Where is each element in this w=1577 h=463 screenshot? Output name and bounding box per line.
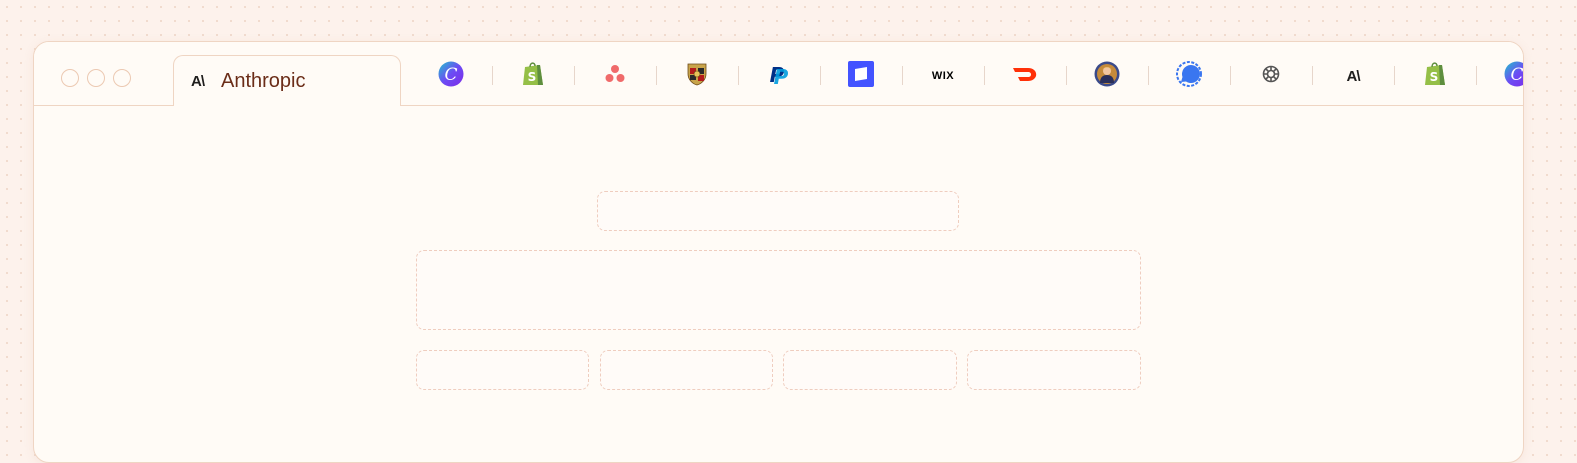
wix-icon: WIX — [931, 70, 955, 82]
doordash-icon — [1012, 66, 1038, 87]
tab-openai[interactable] — [1258, 63, 1284, 89]
tab-signal[interactable] — [1176, 60, 1202, 92]
tab-wix[interactable]: WIX — [930, 63, 956, 89]
tab-shopify[interactable]: S — [520, 61, 546, 92]
svg-text:P: P — [774, 65, 789, 86]
shopify-icon: S — [1423, 61, 1447, 92]
tab-asana[interactable] — [602, 63, 628, 89]
openai-icon — [1260, 63, 1282, 90]
tab-canva[interactable]: C — [1504, 61, 1523, 92]
tab-separator — [1394, 66, 1395, 85]
porsche-crest-icon — [687, 62, 707, 91]
tab-separator — [574, 66, 575, 85]
title-placeholder — [597, 191, 959, 231]
paypal-icon: PP — [768, 62, 790, 91]
tab-separator — [1148, 66, 1149, 85]
close-window-button[interactable] — [61, 69, 79, 87]
asana-icon — [603, 62, 627, 91]
svg-text:S: S — [528, 70, 537, 84]
tab-separator — [1066, 66, 1067, 85]
tab-separator — [1312, 66, 1313, 85]
window-controls — [61, 69, 131, 87]
tab-porsche[interactable] — [684, 63, 710, 89]
tab-canva[interactable]: C — [438, 61, 464, 92]
webflow-icon — [848, 60, 874, 92]
anthropic-icon: A\ — [1346, 67, 1361, 85]
shopify-icon: S — [521, 61, 545, 92]
tab-separator — [656, 66, 657, 85]
tab-anthropic-active[interactable]: A\ Anthropic — [173, 55, 401, 106]
hero-placeholder — [416, 250, 1141, 330]
tab-paypal[interactable]: PP — [766, 63, 792, 89]
anthropic-logo-icon: A\ — [191, 72, 205, 90]
card-placeholder-1 — [416, 350, 589, 390]
tab-separator — [820, 66, 821, 85]
tab-title: Anthropic — [221, 69, 306, 92]
portrait-avatar-icon — [1094, 61, 1120, 92]
svg-text:C: C — [444, 65, 457, 85]
tab-webflow[interactable] — [848, 60, 874, 92]
card-placeholder-4 — [967, 350, 1141, 390]
card-placeholder-2 — [600, 350, 773, 390]
svg-text:C: C — [1510, 65, 1523, 85]
tab-anthropic[interactable]: A\ — [1340, 63, 1366, 89]
browser-window: A\ Anthropic C S P P WIX A\ S C — [33, 41, 1524, 463]
signal-icon — [1176, 60, 1202, 92]
zoom-window-button[interactable] — [113, 69, 131, 87]
canva-icon: C — [438, 61, 464, 92]
canva-icon: C — [1504, 61, 1523, 92]
tab-separator — [492, 66, 493, 85]
tab-separator — [1476, 66, 1477, 85]
card-placeholder-3 — [783, 350, 957, 390]
tab-separator — [902, 66, 903, 85]
tab-separator — [984, 66, 985, 85]
tab-avatar[interactable] — [1094, 61, 1120, 92]
tab-doordash[interactable] — [1012, 63, 1038, 89]
tab-separator — [1230, 66, 1231, 85]
title-bar: A\ Anthropic C S P P WIX A\ S C — [34, 42, 1523, 106]
minimize-window-button[interactable] — [87, 69, 105, 87]
tab-separator — [738, 66, 739, 85]
tab-shopify[interactable]: S — [1422, 61, 1448, 92]
svg-text:S: S — [1430, 70, 1439, 84]
